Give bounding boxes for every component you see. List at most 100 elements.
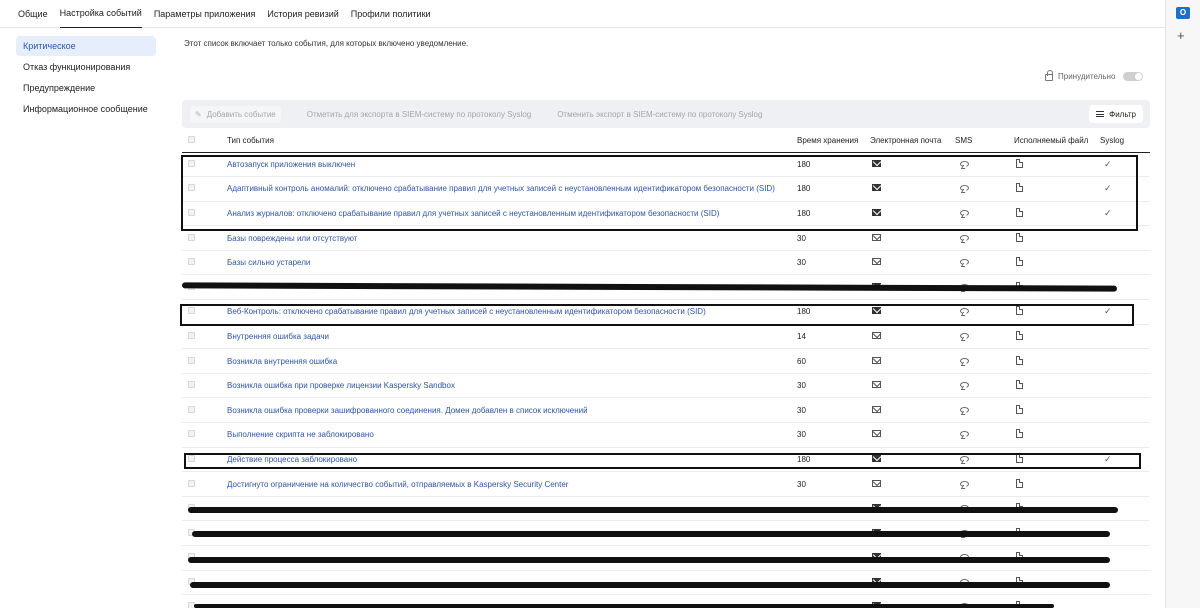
file-icon[interactable] — [1016, 158, 1023, 168]
filter-button[interactable]: Фильтр — [1089, 105, 1143, 123]
row-checkbox[interactable] — [188, 528, 195, 536]
mail-icon[interactable] — [872, 258, 881, 266]
mail-icon[interactable] — [872, 208, 881, 216]
table-row[interactable]: Возникла ошибка при проверке лицензии Ka… — [182, 373, 1150, 399]
lock-icon[interactable] — [1045, 70, 1053, 81]
table-row[interactable]: Выполнение скрипта не заблокировано 30 — [182, 422, 1150, 448]
sms-icon[interactable] — [960, 480, 969, 487]
event-type-link[interactable]: Возникла ошибка при проверке лицензии Ka… — [227, 373, 797, 399]
tab-revision-history[interactable]: История ревизий — [267, 0, 338, 28]
tab-app-settings[interactable]: Параметры приложения — [154, 0, 256, 28]
table-row[interactable] — [182, 274, 1150, 301]
add-event-button[interactable]: ✎ Добавить событие — [190, 105, 281, 123]
sms-icon[interactable] — [960, 578, 969, 585]
row-checkbox[interactable] — [188, 356, 195, 364]
plus-icon[interactable]: + — [1177, 28, 1185, 43]
table-row[interactable]: Возникла внутренняя ошибка 60 — [182, 348, 1150, 374]
mail-icon[interactable] — [872, 479, 881, 487]
table-row[interactable] — [182, 520, 1150, 546]
mail-icon[interactable] — [872, 528, 881, 536]
event-type-link[interactable] — [227, 496, 797, 522]
sidebar-item-info[interactable]: Информационное сообщение — [16, 99, 156, 119]
column-executable[interactable]: Исполняемый файл — [1014, 130, 1100, 153]
file-icon[interactable] — [1016, 429, 1023, 439]
sms-icon[interactable] — [960, 529, 969, 536]
sms-icon[interactable] — [960, 185, 969, 192]
table-row[interactable]: Веб-Контроль: отключено срабатывание пра… — [182, 299, 1150, 325]
enforce-toggle[interactable] — [1123, 72, 1144, 81]
file-icon[interactable] — [1016, 355, 1023, 365]
table-row[interactable] — [182, 496, 1150, 522]
sms-icon[interactable] — [960, 455, 969, 462]
row-checkbox[interactable] — [188, 577, 195, 585]
row-checkbox[interactable] — [188, 233, 195, 241]
sms-icon[interactable] — [960, 332, 969, 339]
event-type-link[interactable]: Возникла внутренняя ошибка — [227, 348, 797, 374]
mail-icon[interactable] — [872, 602, 881, 608]
file-icon[interactable] — [1016, 503, 1023, 513]
sms-icon[interactable] — [960, 357, 969, 364]
file-icon[interactable] — [1016, 527, 1023, 537]
sidebar-item-warning[interactable]: Предупреждение — [16, 78, 156, 98]
event-type-link[interactable] — [227, 274, 797, 301]
table-row[interactable]: Возникла ошибка проверки зашифрованного … — [182, 397, 1150, 424]
event-type-link[interactable]: Достигнуто ограничение на количество соб… — [227, 471, 797, 497]
column-sms[interactable]: SMS — [955, 130, 1014, 153]
file-icon[interactable] — [1016, 232, 1023, 242]
event-type-link[interactable]: Веб-Контроль: отключено срабатывание пра… — [227, 299, 797, 325]
table-row[interactable]: Адаптивный контроль аномалий: отключено … — [182, 176, 1150, 202]
mail-icon[interactable] — [872, 307, 881, 315]
file-icon[interactable] — [1016, 601, 1023, 608]
sms-icon[interactable] — [960, 283, 969, 290]
mail-icon[interactable] — [872, 282, 881, 290]
column-syslog[interactable]: Syslog — [1100, 130, 1150, 153]
mail-icon[interactable] — [872, 159, 881, 167]
column-storage-time[interactable]: Время хранения — [797, 130, 870, 153]
sms-icon[interactable] — [960, 431, 969, 438]
event-type-link[interactable] — [227, 545, 797, 571]
row-checkbox[interactable] — [188, 405, 195, 413]
file-icon[interactable] — [1016, 306, 1023, 316]
sms-icon[interactable] — [960, 554, 969, 561]
event-type-link[interactable]: Адаптивный контроль аномалий: отключено … — [227, 176, 797, 202]
table-row[interactable]: Базы повреждены или отсутствуют 30 — [182, 225, 1150, 251]
mail-icon[interactable] — [872, 553, 881, 561]
tab-event-settings[interactable]: Настройка событий — [59, 0, 142, 28]
event-type-link[interactable] — [227, 520, 797, 546]
row-checkbox[interactable] — [188, 381, 195, 389]
sms-icon[interactable] — [960, 160, 969, 167]
file-icon[interactable] — [1016, 183, 1023, 193]
file-icon[interactable] — [1016, 257, 1023, 267]
sms-icon[interactable] — [960, 234, 969, 241]
file-icon[interactable] — [1016, 380, 1023, 390]
table-row[interactable]: Действие процесса заблокировано 180 ✓ — [182, 447, 1150, 473]
table-row[interactable] — [182, 594, 1150, 608]
file-icon[interactable] — [1016, 576, 1023, 586]
file-icon[interactable] — [1016, 330, 1023, 340]
row-checkbox[interactable] — [188, 184, 195, 192]
file-icon[interactable] — [1016, 207, 1023, 217]
file-icon[interactable] — [1016, 453, 1023, 463]
check-icon[interactable]: ✓ — [1104, 159, 1112, 169]
select-all-checkbox[interactable] — [188, 136, 195, 144]
table-row[interactable] — [182, 545, 1150, 571]
table-row[interactable]: Внутренняя ошибка задачи 14 — [182, 324, 1150, 350]
check-icon[interactable]: ✓ — [1104, 208, 1112, 218]
mail-icon[interactable] — [872, 331, 881, 339]
outlook-icon[interactable]: O — [1176, 7, 1190, 19]
row-checkbox[interactable] — [188, 479, 195, 487]
sms-icon[interactable] — [960, 209, 969, 216]
row-checkbox[interactable] — [188, 208, 195, 216]
tab-general[interactable]: Общие — [18, 0, 48, 28]
row-checkbox[interactable] — [188, 553, 195, 561]
row-checkbox[interactable] — [188, 307, 195, 315]
file-icon[interactable] — [1016, 478, 1023, 488]
mail-icon[interactable] — [872, 381, 881, 389]
sidebar-item-failure[interactable]: Отказ функционирования — [16, 57, 156, 77]
row-checkbox[interactable] — [188, 331, 195, 339]
tab-policy-profiles[interactable]: Профили политики — [351, 0, 431, 28]
row-checkbox[interactable] — [188, 282, 195, 290]
event-type-link[interactable] — [227, 570, 797, 596]
mail-icon[interactable] — [872, 454, 881, 462]
sms-icon[interactable] — [960, 259, 969, 266]
